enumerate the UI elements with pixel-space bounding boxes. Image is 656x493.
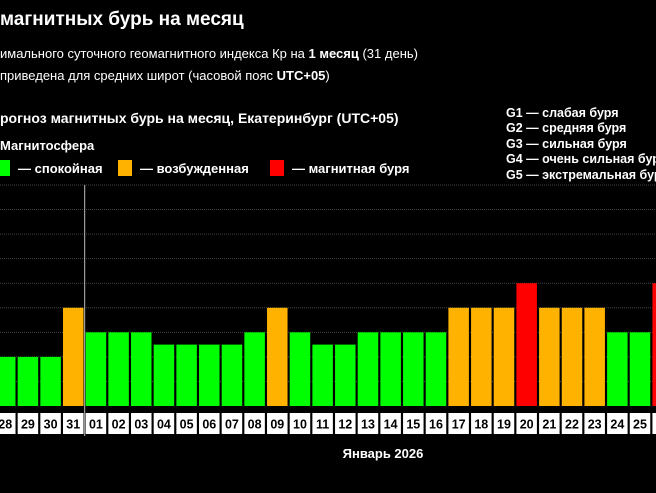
bar-calm: [199, 344, 220, 406]
x-tick-label: 24: [610, 418, 624, 432]
bar-calm: [17, 356, 39, 406]
bar-calm: [357, 332, 379, 406]
x-tick-label: 11: [316, 418, 329, 432]
bar-excited: [584, 307, 605, 406]
bar-excited: [471, 307, 492, 406]
x-tick-label: 08: [248, 418, 262, 432]
bar-excited: [267, 307, 288, 406]
x-axis-label: Январь 2026: [342, 446, 424, 461]
bar-calm: [312, 344, 333, 406]
x-tick-label: 21: [542, 418, 556, 432]
bar-chart: 28 29 30 31 01 02 03 04 05 06 07 08 09 10 11 12 13 14 15 16…: [0, 184, 656, 436]
x-tick-label: 25: [633, 418, 647, 432]
bar-excited: [561, 307, 583, 406]
x-tick-label: 07: [225, 418, 239, 432]
x-tick-label: 04: [157, 418, 171, 432]
x-tick-label: 12: [338, 418, 352, 432]
bar-calm: [335, 344, 356, 406]
bar-calm: [0, 356, 16, 406]
x-tick-label: 06: [202, 418, 216, 432]
bar-calm: [425, 332, 447, 406]
bar-excited: [539, 307, 560, 406]
bar-calm: [40, 356, 61, 406]
x-tick-label: 20: [520, 418, 534, 432]
bar-excited: [493, 307, 515, 406]
x-tick-label: 03: [134, 418, 148, 432]
bar-calm: [607, 332, 628, 406]
tick-label-box: [652, 413, 656, 434]
bar-calm: [153, 344, 175, 406]
x-tick-label: 16: [429, 418, 443, 432]
x-tick-label: 31: [66, 418, 80, 432]
x-tick-label: 29: [21, 418, 35, 432]
x-tick-label: 15: [406, 418, 420, 432]
bar-storm: [652, 283, 656, 406]
bar-excited: [448, 307, 469, 406]
x-tick-label: 23: [588, 418, 602, 432]
bar-excited: [63, 307, 84, 406]
x-tick-label: 01: [89, 418, 103, 432]
x-tick-label: 18: [474, 418, 488, 432]
x-tick-label: 28: [0, 418, 12, 432]
x-tick-label: 10: [293, 418, 307, 432]
bar-calm: [108, 332, 129, 406]
bar-calm: [289, 332, 311, 406]
x-tick-label: 13: [361, 418, 375, 432]
bar-storm: [516, 283, 537, 406]
x-tick-label: 22: [565, 418, 579, 432]
x-tick-label: 30: [44, 418, 58, 432]
x-tick-label: 14: [384, 418, 398, 432]
bar-calm: [85, 332, 107, 406]
bar-calm: [380, 332, 401, 406]
x-tick-label: 05: [180, 418, 194, 432]
x-tick-label: 09: [270, 418, 284, 432]
bar-calm: [131, 332, 152, 406]
bar-calm: [403, 332, 424, 406]
x-tick-label: 19: [497, 418, 511, 432]
x-tick-label: 02: [112, 418, 126, 432]
x-tick-label: 17: [452, 418, 466, 432]
bar-calm: [221, 344, 243, 406]
bar-calm: [244, 332, 265, 406]
bar-calm: [629, 332, 651, 406]
bar-calm: [176, 344, 197, 406]
